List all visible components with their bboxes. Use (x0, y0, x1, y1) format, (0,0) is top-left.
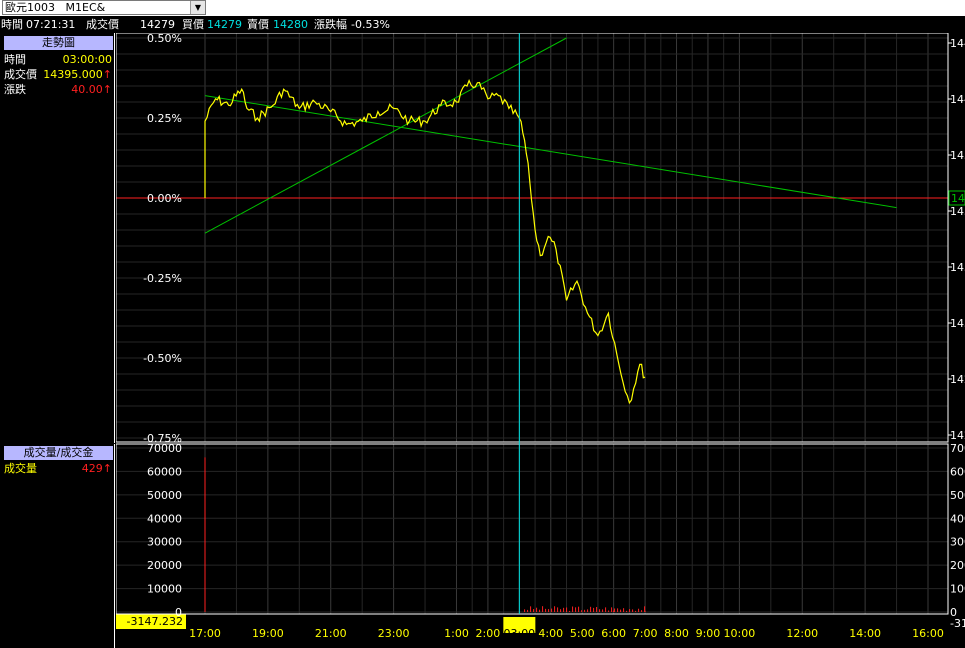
price-tick-label-right: 143 (950, 317, 965, 330)
volume-tick-label-left: 0 (175, 606, 182, 619)
volume-tick-label-left: 10000 (147, 583, 182, 596)
time-tick-label: 5:00 (570, 627, 595, 640)
price-tick-label-left: 0.25% (147, 112, 182, 125)
symbol-name: 歐元1003 (5, 1, 55, 14)
time-tick-label: 16:00 (912, 627, 944, 640)
price-info-panel: 走勢圖 時間 03:00:00 成交價 14395.000↑ 漲跌 40.00↑ (0, 33, 115, 443)
time-tick-label: 23:00 (378, 627, 410, 640)
volume-tick-label-left: 50000 (147, 489, 182, 502)
volume-tick-label-right: 500 (950, 489, 965, 502)
symbol-select[interactable]: 歐元1003 M1EC& ▼ (2, 0, 206, 15)
price-tick-label-right: 143 (950, 149, 965, 162)
volume-tick-label-left: 60000 (147, 465, 182, 478)
volume-tick-label-right: 300 (950, 536, 965, 549)
axes (116, 33, 952, 615)
quote-bar: 時間 07:21:31 成交價 14279 買價 14279 賣價 14280 … (0, 16, 965, 33)
price-tick-label-left: 0.00% (147, 192, 182, 205)
time-tick-label: 6:00 (601, 627, 626, 640)
price-panel-change-value: 40.00 (71, 83, 103, 96)
axis-labels: 0.50%0.25%0.00%-0.25%-0.50%-0.75%1441441… (143, 33, 965, 640)
time-tick-label: 21:00 (315, 627, 347, 640)
price-tick-label-right: 143 (950, 261, 965, 274)
quote-change-pct-label: 漲跌幅 (314, 18, 347, 31)
volume-tick-label-left: 30000 (147, 536, 182, 549)
price-tick-label-right: 142 (950, 373, 965, 386)
price-panel-price-row: 成交價 14395.000↑ (4, 67, 113, 82)
time-tick-label: 7:00 (633, 627, 658, 640)
volume-panel-volume-value: 429 (81, 462, 103, 475)
time-tick-label: 17:00 (189, 627, 221, 640)
time-tick-label: 9:00 (696, 627, 721, 640)
price-pane-frame (116, 33, 949, 443)
time-tick-label: 1:00 (444, 627, 469, 640)
toolbar: 歐元1003 M1EC& ▼ (0, 0, 965, 16)
quote-change-pct-value: -0.53% (351, 18, 390, 31)
volume-tick-label-left: 20000 (147, 559, 182, 572)
ascending-trend-line (204, 37, 567, 234)
quote-bid-value: 14279 (207, 18, 242, 31)
price-panel-time-label: 時間 (4, 53, 26, 66)
price-tick-label-right: 142 (950, 429, 965, 442)
price-panel-time-row: 時間 03:00:00 (4, 52, 113, 67)
time-tick-label: 03:00 (503, 627, 535, 640)
price-panel-price-value: 14395.000 (43, 68, 103, 81)
time-tick-label: 2:00 (476, 627, 501, 640)
volume-tick-label-right: 200 (950, 559, 965, 572)
quote-bid-label: 買價 (182, 18, 204, 31)
quote-last-label: 成交價 (86, 18, 119, 31)
time-tick-label: 10:00 (724, 627, 756, 640)
volume-tick-label-right: 700 (950, 442, 965, 455)
time-tick-label: 12:00 (786, 627, 818, 640)
quote-last-value: 14279 (140, 18, 175, 31)
grid (116, 33, 948, 614)
volume-tick-label-right: 100 (950, 583, 965, 596)
quote-time-label: 時間 (1, 18, 23, 31)
volume-cursor-tag-right: -31 (950, 617, 965, 630)
volume-panel-volume-row: 成交量 429↑ (4, 461, 113, 476)
price-panel-time-value: 03:00:00 (62, 53, 112, 66)
current-price-tag-text: 143 (951, 192, 965, 205)
price-panel-change-label: 漲跌 (4, 83, 26, 96)
price-panel-price-label: 成交價 (4, 68, 37, 81)
up-arrow-icon: ↑ (102, 68, 112, 81)
price-tick-label-left: -0.50% (143, 352, 182, 365)
symbol-code: M1EC& (65, 1, 106, 14)
volume-panel-volume-label: 成交量 (4, 462, 37, 475)
price-tick-label-left: -0.25% (143, 272, 182, 285)
quote-ask-value: 14280 (273, 18, 308, 31)
time-tick-label: 4:00 (538, 627, 563, 640)
intraday-chart[interactable]: 0.50%0.25%0.00%-0.25%-0.50%-0.75%1441441… (116, 33, 965, 648)
price-panel-change-row: 漲跌 40.00↑ (4, 82, 113, 97)
quote-time-value: 07:21:31 (26, 18, 76, 31)
volume-tick-label-right: 600 (950, 465, 965, 478)
volume-panel-title: 成交量/成交金 (4, 446, 113, 460)
chevron-down-icon[interactable]: ▼ (190, 1, 205, 14)
volume-tick-label-right: 400 (950, 512, 965, 525)
volume-info-panel: 成交量/成交金 成交量 429↑ (0, 444, 115, 648)
up-arrow-icon: ↑ (102, 462, 112, 475)
price-tick-label-right: 143 (950, 205, 965, 218)
price-panel-title: 走勢圖 (4, 36, 113, 50)
quote-ask-label: 賣價 (247, 18, 269, 31)
price-tick-label-right: 144 (950, 93, 965, 106)
volume-tick-label-left: 40000 (147, 512, 182, 525)
volume-tick-label-left: 70000 (147, 442, 182, 455)
price-tick-label-left: 0.50% (147, 33, 182, 45)
time-tick-label: 14:00 (849, 627, 881, 640)
up-arrow-icon: ↑ (102, 83, 112, 96)
price-tick-label-right: 144 (950, 37, 965, 50)
time-tick-label: 19:00 (252, 627, 284, 640)
time-tick-label: 8:00 (664, 627, 689, 640)
